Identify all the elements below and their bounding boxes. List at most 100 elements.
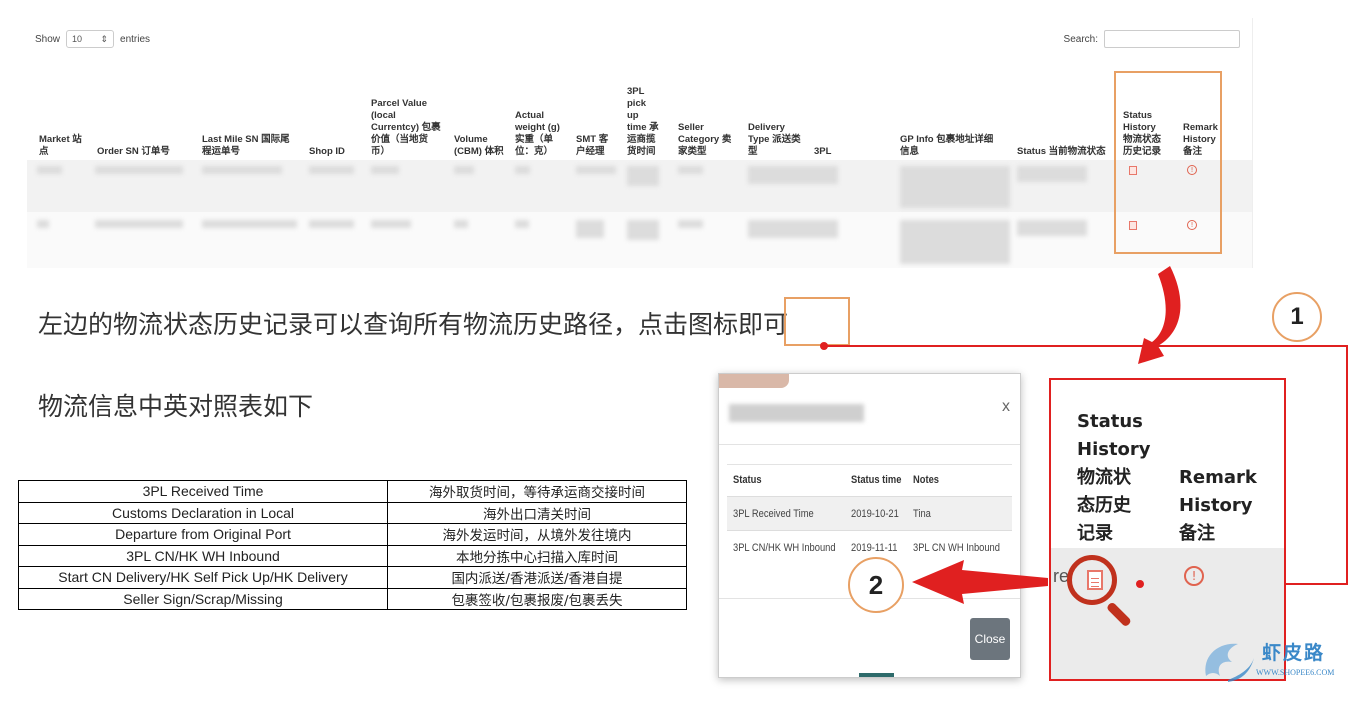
column-header-3pl-pickup[interactable]: 3PL pick up time 承运商揽货时间: [627, 46, 659, 158]
info-circle-icon[interactable]: !: [1184, 566, 1204, 586]
step-1-marker: 1: [1272, 292, 1322, 342]
blurred-cell: [678, 220, 703, 228]
column-header-parcel-value[interactable]: Parcel Value (local Currentcy) 包裹价值（当地货币…: [371, 54, 441, 158]
row-notes: Tina: [913, 508, 931, 520]
row-time: 2019-10-21: [851, 508, 899, 520]
column-header-status[interactable]: Status 当前物流状态: [1017, 54, 1107, 158]
blurred-cell: [748, 166, 838, 184]
row-time: 2019-11-11: [851, 542, 898, 554]
description-line-2: 物流信息中英对照表如下: [38, 392, 314, 421]
blurred-cell: [515, 220, 529, 228]
connector-line: [1346, 345, 1348, 585]
status-cn: 海外取货时间，等待承运商交接时间: [387, 480, 687, 503]
watermark-logo: 虾皮路 WWW.SHOPEE6.COM: [1198, 636, 1348, 686]
table-row: 3PL CN/HK WH Inbound 本地分拣中心扫描入库时间: [18, 544, 687, 567]
column-header-seller-category[interactable]: Seller Category 卖家类型: [678, 54, 738, 158]
modal-bottom-decoration: [859, 673, 894, 677]
column-header-market[interactable]: Market 站点: [39, 54, 89, 158]
select-arrows-icon: ⇕: [100, 33, 109, 44]
blurred-cell: [678, 166, 703, 174]
blurred-cell: [627, 166, 659, 186]
left-arrow-icon: [912, 560, 1048, 604]
description-line-1: 左边的物流状态历史记录可以查询所有物流历史路径，点击图标即可: [38, 310, 789, 339]
status-cn: 海外发运时间，从境外发往境内: [387, 523, 687, 546]
blurred-cell: [37, 220, 49, 228]
magnifier-icon: [1067, 555, 1117, 605]
table-search: Search:: [1064, 30, 1240, 48]
table-row: 3PL Received Time 海外取货时间，等待承运商交接时间: [18, 480, 687, 503]
blurred-cell: [900, 166, 1010, 208]
blurred-cell: [576, 166, 616, 174]
row-status: 3PL Received Time: [733, 508, 814, 520]
divider: [727, 464, 1012, 465]
blurred-cell: [371, 220, 411, 228]
curved-arrow-icon: [1138, 266, 1181, 364]
column-header-volume[interactable]: Volume (CBM) 体积: [454, 54, 504, 158]
blurred-cell: [1017, 220, 1087, 236]
header-status-time: Status time: [851, 474, 902, 486]
column-header-gp-info[interactable]: GP Info 包裹地址详细信息: [900, 54, 995, 158]
watermark-url: WWW.SHOPEE6.COM: [1256, 668, 1335, 677]
status-en: Customs Declaration in Local: [18, 501, 388, 524]
status-history-header: Status History 物流状 态历史 记录: [1077, 411, 1151, 544]
status-history-modal: x Status Status time Notes 3PL Received …: [718, 373, 1021, 678]
blurred-cell: [371, 166, 399, 174]
blurred-cell: [309, 166, 354, 174]
close-button[interactable]: Close: [970, 618, 1010, 660]
modal-tab-decoration: [719, 374, 789, 388]
blurred-cell: [515, 166, 530, 174]
row-notes: 3PL CN WH Inbound: [913, 542, 1000, 554]
status-en: Departure from Original Port: [18, 523, 388, 546]
modal-close-icon[interactable]: x: [1002, 398, 1010, 416]
table-row: Customs Declaration in Local 海外出口清关时间: [18, 501, 687, 524]
status-translation-table: 3PL Received Time 海外取货时间，等待承运商交接时间 Custom…: [18, 480, 687, 610]
blurred-cell: [454, 166, 474, 174]
search-label: Search:: [1063, 33, 1098, 45]
icon-word-highlight: [784, 297, 850, 346]
blurred-cell: [900, 220, 1010, 264]
show-label: Show: [35, 33, 61, 45]
column-header-actual-weight[interactable]: Actual weight (g) 实重（单位：克）: [515, 54, 565, 158]
table-row: Seller Sign/Scrap/Missing 包裹签收/包裹报废/包裹丢失: [18, 587, 687, 610]
blurred-cell: [1017, 166, 1087, 182]
blurred-cell: [748, 220, 838, 238]
row-status: 3PL CN/HK WH Inbound: [733, 542, 836, 554]
status-history-highlight: [1114, 71, 1222, 254]
connector-line: [824, 345, 1348, 347]
column-header-3pl[interactable]: 3PL: [814, 54, 854, 158]
status-cn: 本地分拣中心扫描入库时间: [387, 544, 687, 567]
column-header-order-sn[interactable]: Order SN 订单号: [97, 54, 187, 158]
status-cn: 包裹签收/包裹报废/包裹丢失: [387, 587, 687, 610]
status-en: 3PL CN/HK WH Inbound: [18, 544, 388, 567]
entries-select[interactable]: 10 ⇕: [66, 30, 115, 48]
remark-history-header: Remark History 备注: [1179, 467, 1257, 544]
table-row: Start CN Delivery/HK Self Pick Up/HK Del…: [18, 566, 687, 589]
divider: [719, 444, 1020, 445]
table-row: Departure from Original Port 海外发运时间，从境外发往…: [18, 523, 687, 546]
dragon-logo-icon: [1205, 643, 1254, 682]
blurred-cell: [627, 220, 659, 240]
blurred-cell: [202, 166, 282, 174]
entries-value: 10: [72, 34, 83, 44]
blurred-cell: [454, 220, 468, 228]
modal-title-blurred: [729, 404, 864, 422]
search-input[interactable]: [1104, 30, 1240, 48]
column-header-delivery-type[interactable]: Delivery Type 派送类型: [748, 54, 803, 158]
blurred-cell: [309, 220, 354, 228]
column-header-last-mile-sn[interactable]: Last Mile SN 国际尾程运单号: [202, 54, 297, 158]
header-notes: Notes: [913, 474, 939, 486]
table-length-control: Show 10 ⇕ entries: [35, 30, 150, 48]
entries-label: entries: [120, 33, 151, 45]
blurred-cell: [576, 220, 604, 238]
header-status: Status: [733, 474, 762, 486]
connector-dot: [1136, 580, 1144, 588]
status-en: 3PL Received Time: [18, 480, 388, 503]
step-2-marker: 2: [848, 557, 904, 613]
watermark-title: 虾皮路: [1262, 642, 1326, 664]
blurred-cell: [95, 166, 183, 174]
blurred-cell: [95, 220, 183, 228]
status-en: Seller Sign/Scrap/Missing: [18, 587, 388, 610]
status-en: Start CN Delivery/HK Self Pick Up/HK Del…: [18, 566, 388, 589]
column-header-smt[interactable]: SMT 客户经理: [576, 54, 616, 158]
column-header-shop-id[interactable]: Shop ID: [309, 54, 359, 158]
